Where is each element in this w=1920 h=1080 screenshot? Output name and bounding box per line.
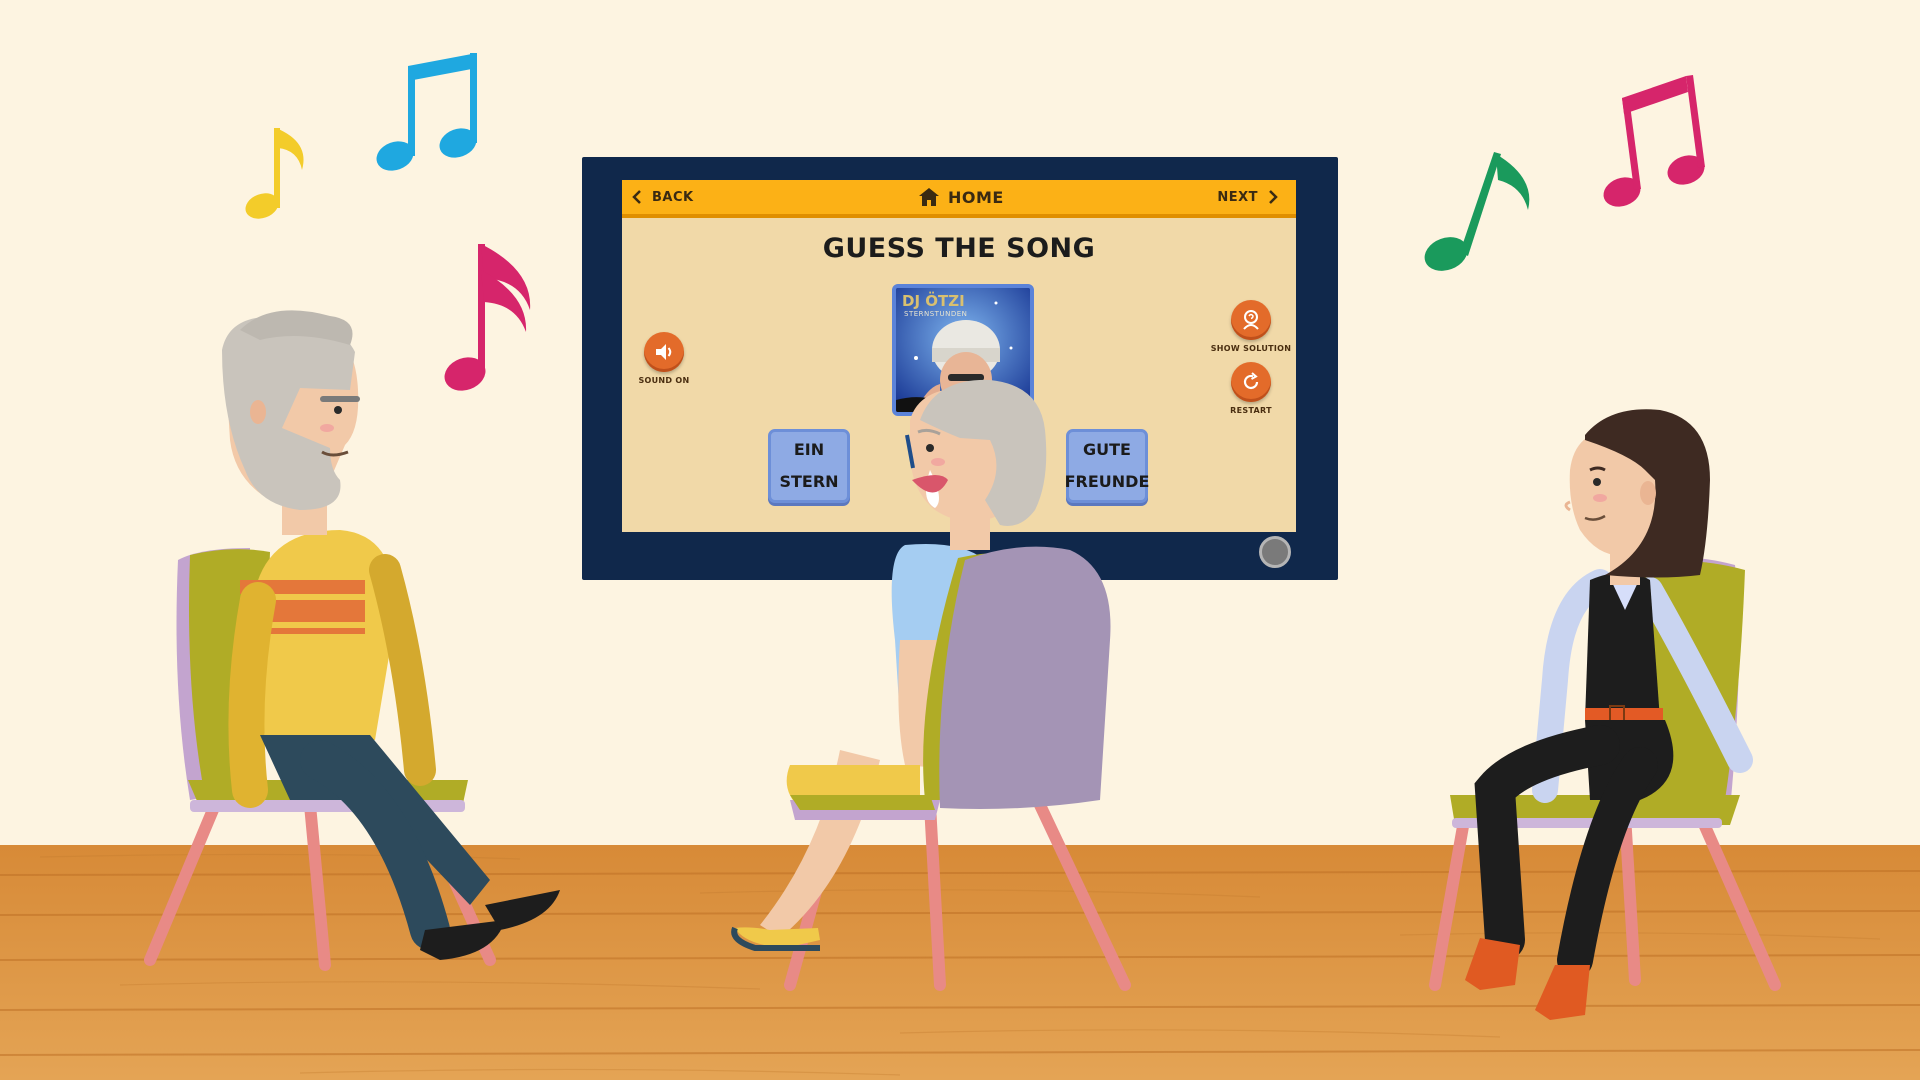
older-woman-on-chair	[731, 379, 1131, 991]
scene: BACK HOME NEXT GUESS THE SONG DJ ÖTZI ST…	[0, 0, 1920, 1080]
man-on-chair	[144, 310, 560, 971]
young-woman-on-chair	[1429, 409, 1781, 1020]
people-illustration	[144, 310, 1781, 1020]
